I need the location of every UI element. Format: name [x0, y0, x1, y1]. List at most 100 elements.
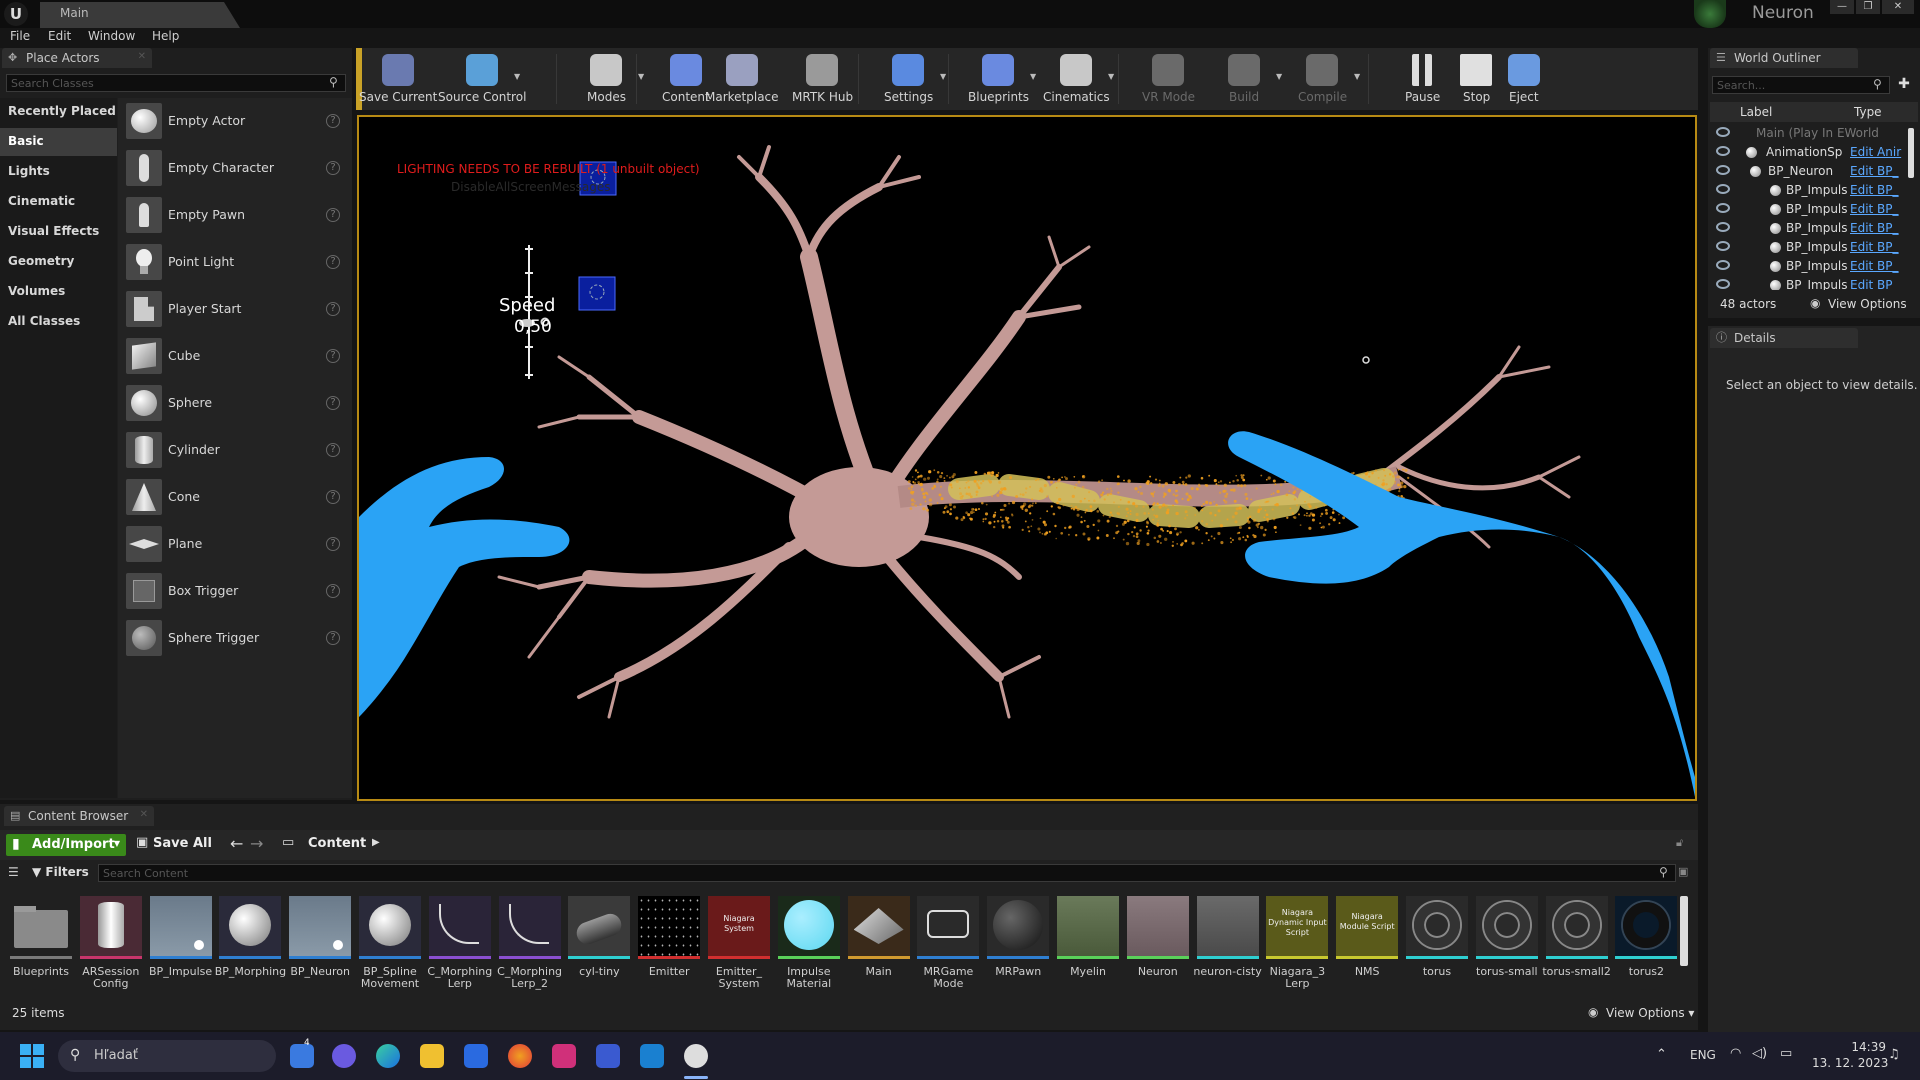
outliner-row-type-link[interactable]: Edit BP_ [1850, 183, 1899, 197]
eye-icon[interactable] [1716, 127, 1730, 137]
clock-date[interactable]: 13. 12. 2023 [1812, 1056, 1888, 1070]
jetbrains-icon[interactable] [552, 1044, 576, 1068]
outliner-row[interactable]: BP_Impuls Edit BP_ [1710, 238, 1912, 257]
tab-details[interactable]: ⓘ Details [1710, 328, 1858, 348]
help-icon[interactable]: ? [326, 161, 340, 175]
help-icon[interactable]: ? [326, 255, 340, 269]
outliner-row-type-link[interactable]: Edit BP_ [1850, 259, 1899, 273]
column-label[interactable]: Label [1740, 105, 1772, 119]
firefox-icon[interactable] [508, 1044, 532, 1068]
asset-item[interactable]: MRGame Mode [917, 896, 980, 996]
category-recently-placed[interactable]: Recently Placed [0, 98, 117, 126]
clock-time[interactable]: 14:39 [1826, 1040, 1886, 1054]
edge-icon[interactable] [376, 1044, 400, 1068]
asset-item[interactable]: Niagara Dynamic Input Script Niagara_3 Le… [1266, 896, 1329, 996]
tab-close-icon[interactable]: ✕ [140, 809, 148, 820]
outliner-row[interactable]: AnimationSp Edit Anir [1710, 143, 1912, 162]
dropdown-arrow-icon[interactable]: ▼ [1354, 72, 1360, 81]
outliner-row-type-link[interactable]: Edit BP_ [1850, 164, 1899, 178]
eye-icon[interactable] [1716, 146, 1730, 156]
asset-item[interactable]: Neuron [1126, 896, 1189, 996]
outliner-row-type-link[interactable]: Edit BP_ [1850, 202, 1899, 216]
actor-item-cylinder[interactable]: Cylinder ? [118, 427, 352, 473]
actor-item-plane[interactable]: Plane ? [118, 521, 352, 567]
store-icon[interactable] [464, 1044, 488, 1068]
menu-file[interactable]: File [10, 29, 30, 43]
help-icon[interactable]: ? [326, 349, 340, 363]
menu-edit[interactable]: Edit [48, 29, 71, 43]
outliner-row[interactable]: BP_Impuls Edit BP_ [1710, 219, 1912, 238]
taskbar-search[interactable]: ⚲ Hľadať [58, 1040, 276, 1072]
dropdown-arrow-icon[interactable]: ▼ [940, 72, 946, 81]
tab-place-actors[interactable]: ✥ Place Actors ✕ [2, 48, 152, 68]
outliner-row[interactable]: BP_Impuls Edit BP_ [1710, 200, 1912, 219]
compile-button[interactable]: Compile [1286, 48, 1358, 110]
eye-icon[interactable] [1716, 241, 1730, 251]
actor-item-empty-pawn[interactable]: Empty Pawn ? [118, 192, 352, 238]
asset-item[interactable]: BP_Spline Movement [359, 896, 421, 996]
help-icon[interactable]: ? [326, 443, 340, 457]
asset-item[interactable]: Niagara Module Script NMS [1336, 896, 1399, 996]
actor-item-cone[interactable]: Cone ? [118, 474, 352, 520]
asset-item[interactable]: C_Morphing Lerp [427, 896, 492, 996]
forward-arrow-icon[interactable]: → [250, 834, 263, 853]
unreal-taskbar-icon[interactable] [684, 1044, 708, 1068]
column-type[interactable]: Type [1854, 105, 1882, 119]
asset-item[interactable]: torus [1406, 896, 1468, 996]
asset-item[interactable]: MRPawn [987, 896, 1050, 996]
help-icon[interactable]: ? [326, 537, 340, 551]
save-all-button[interactable]: Save All [153, 836, 212, 851]
category-all-classes[interactable]: All Classes [0, 308, 117, 336]
dropdown-arrow-icon[interactable]: ▼ [1030, 72, 1036, 81]
build-button[interactable]: Build [1208, 48, 1280, 110]
asset-item[interactable]: ARSession Config [79, 896, 142, 996]
outliner-row[interactable]: BP_Impuls Edit BP_ [1710, 181, 1912, 200]
dropdown-arrow-icon[interactable]: ▼ [1276, 72, 1282, 81]
eye-icon[interactable] [1716, 165, 1730, 175]
outliner-row[interactable]: BP_Neuron Edit BP_ [1710, 162, 1912, 181]
search-classes-input[interactable]: Search Classes ⚲ [6, 74, 346, 92]
tab-content-browser[interactable]: ▤ Content Browser ✕ [4, 806, 154, 826]
eye-icon[interactable] [1716, 222, 1730, 232]
actor-item-box-trigger[interactable]: Box Trigger ? [118, 568, 352, 614]
save-search-icon[interactable]: ▣ [1678, 865, 1688, 878]
help-icon[interactable]: ? [326, 302, 340, 316]
category-cinematic[interactable]: Cinematic [0, 188, 117, 216]
outliner-scrollbar[interactable] [1908, 128, 1914, 178]
help-icon[interactable]: ? [326, 396, 340, 410]
notification-bell-icon[interactable]: ♫ [1888, 1047, 1900, 1062]
help-icon[interactable]: ? [326, 490, 340, 504]
path-chevron-icon[interactable]: ▶ [372, 837, 380, 848]
actor-item-sphere[interactable]: Sphere ? [118, 380, 352, 426]
help-icon[interactable]: ? [326, 631, 340, 645]
vr-mode-button[interactable]: VR Mode [1132, 48, 1204, 110]
category-geometry[interactable]: Geometry [0, 248, 117, 276]
dropdown-arrow-icon[interactable]: ▼ [1108, 72, 1114, 81]
file-explorer-icon[interactable] [420, 1044, 444, 1068]
help-icon[interactable]: ? [326, 114, 340, 128]
actor-item-player-start[interactable]: Player Start ? [118, 286, 352, 332]
eye-icon[interactable] [1716, 260, 1730, 270]
outliner-row-type-link[interactable]: Edit Anir [1850, 145, 1901, 159]
asset-item[interactable]: Myelin [1057, 896, 1119, 996]
minimize-icon[interactable]: — [1830, 0, 1854, 14]
asset-item[interactable]: BP_Morphing [215, 896, 286, 996]
actor-item-point-light[interactable]: Point Light ? [118, 239, 352, 285]
eye-icon[interactable] [1716, 279, 1730, 289]
lock-icon[interactable]: 🔓︎ [1676, 836, 1683, 850]
actor-item-empty-character[interactable]: Empty Character ? [118, 145, 352, 191]
category-volumes[interactable]: Volumes [0, 278, 117, 306]
outliner-row-world[interactable]: Main (Play In EWorld [1710, 124, 1912, 143]
asset-item[interactable]: BP_Impulse [149, 896, 212, 996]
widgets-icon[interactable] [290, 1044, 314, 1068]
actor-item-sphere-trigger[interactable]: Sphere Trigger ? [118, 615, 352, 661]
outliner-row[interactable]: BP_Impuls Edit BP_ [1710, 276, 1912, 290]
content-search-input[interactable]: Search Content ⚲ [98, 864, 1676, 882]
asset-item[interactable]: BP_Neuron [289, 896, 352, 996]
content-view-options-button[interactable]: View Options ▾ [1606, 1006, 1694, 1020]
outliner-row-type-link[interactable]: Edit BP_ [1850, 240, 1899, 254]
asset-item[interactable]: Niagara System Emitter_ System [708, 896, 770, 996]
level-viewport[interactable]: LIGHTING NEEDS TO BE REBUILT (1 unbuilt … [357, 115, 1697, 801]
help-icon[interactable]: ? [326, 208, 340, 222]
settings-button[interactable]: Settings [872, 48, 944, 110]
